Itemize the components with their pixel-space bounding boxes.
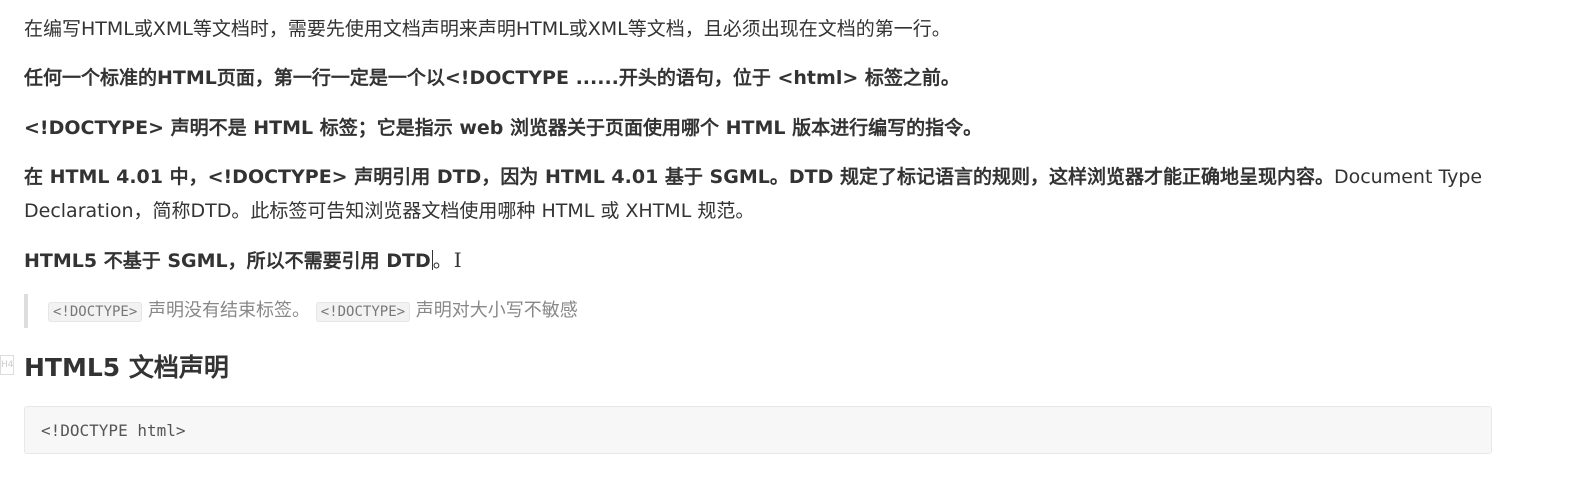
inline-code-doctype-2: <!DOCTYPE> bbox=[315, 302, 411, 322]
text-cursor-icon: I bbox=[453, 248, 462, 272]
code-block[interactable]: <!DOCTYPE html> bbox=[24, 406, 1492, 454]
paragraph-3: <!DOCTYPE> 声明不是 HTML 标签；它是指示 web 浏览器关于页面… bbox=[24, 117, 983, 139]
paragraph-5: HTML5 不基于 SGML，所以不需要引用 DTD。 I bbox=[24, 243, 462, 278]
paragraph-1: 在编写HTML或XML等文档时，需要先使用文档声明来声明HTML或XML等文档，… bbox=[24, 18, 951, 40]
blockquote-text-1: 声明没有结束标签。 bbox=[142, 300, 311, 321]
code-block-content: <!DOCTYPE html> bbox=[41, 421, 186, 440]
paragraph-4-bold: 在 HTML 4.01 中，<!DOCTYPE> 声明引用 DTD，因为 HTM… bbox=[24, 166, 1334, 188]
section-heading: HTML5 文档声明 bbox=[24, 353, 229, 382]
paragraph-5-bold: HTML5 不基于 SGML，所以不需要引用 DTD bbox=[24, 250, 431, 272]
blockquote: <!DOCTYPE> 声明没有结束标签。 <!DOCTYPE> 声明对大小写不敏… bbox=[24, 294, 578, 328]
blockquote-text-2: 声明对大小写不敏感 bbox=[410, 300, 578, 321]
heading-anchor-icon[interactable]: H4 bbox=[0, 355, 14, 375]
paragraph-4: 在 HTML 4.01 中，<!DOCTYPE> 声明引用 DTD，因为 HTM… bbox=[24, 160, 1484, 228]
paragraph-2: 任何一个标准的HTML页面，第一行一定是一个以<!DOCTYPE ......开… bbox=[24, 67, 960, 89]
inline-code-doctype-1: <!DOCTYPE> bbox=[48, 302, 143, 322]
paragraph-5-end: 。 bbox=[432, 250, 452, 272]
